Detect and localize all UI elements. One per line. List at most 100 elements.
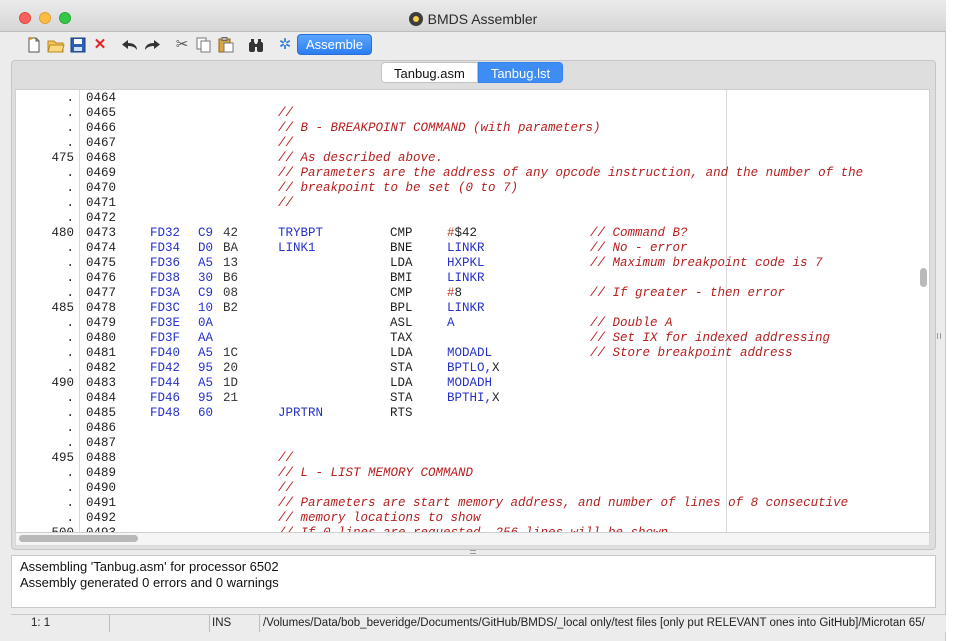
line-count: . — [66, 346, 74, 360]
comment-line: // — [278, 451, 294, 465]
address: FD40 — [150, 346, 181, 360]
mnemonic: LDA — [390, 376, 413, 390]
listing-row: . 0465 // — [16, 106, 916, 121]
address: FD42 — [150, 361, 181, 375]
paste-icon[interactable] — [216, 35, 236, 55]
vertical-scrollbar[interactable] — [920, 268, 927, 287]
operand-byte: BA — [223, 241, 239, 255]
line-count: . — [66, 91, 74, 105]
index-register: X — [492, 391, 500, 405]
listing-editor[interactable]: . 0464. 0465 //. 0466 // B - BREAKPOINT COMMA… — [15, 89, 930, 533]
close-file-icon[interactable]: ✕ — [90, 35, 110, 55]
address: FD48 — [150, 406, 181, 420]
comment-line: // — [278, 196, 294, 210]
comment-line: // — [278, 481, 294, 495]
line-number: 0482 — [86, 361, 117, 375]
line-number: 0468 — [86, 151, 117, 165]
line-count: . — [66, 211, 74, 225]
operand-value: 8 — [454, 286, 463, 300]
line-number: 0474 — [86, 241, 117, 255]
comment-line: // Parameters are the address of any opc… — [278, 166, 864, 180]
operand-value: MODADH — [447, 376, 493, 390]
listing-row: . 0464 — [16, 91, 916, 106]
line-number: 0484 — [86, 391, 117, 405]
line-number: 0491 — [86, 496, 117, 510]
line-count: . — [66, 331, 74, 345]
listing-row: . 0474 FD34 D0 BA LINK1 BNE // No - error LINKR — [16, 241, 916, 256]
horizontal-scrollbar[interactable] — [19, 535, 138, 542]
open-folder-icon[interactable] — [46, 35, 66, 55]
line-number: 0481 — [86, 346, 117, 360]
mnemonic: CMP — [390, 286, 413, 300]
opcode-byte: C9 — [198, 226, 214, 240]
line-number: 0473 — [86, 226, 117, 240]
address: FD34 — [150, 241, 181, 255]
listing-row: 490 0483 FD44 A5 1D LDA MODADH — [16, 376, 916, 391]
comment-line: // memory locations to show — [278, 511, 481, 525]
tab-tanbug-lst[interactable]: Tanbug.lst — [477, 62, 564, 83]
address: FD38 — [150, 271, 181, 285]
line-number: 0487 — [86, 436, 117, 450]
listing-row: 485 0478 FD3C 10 B2 BPL LINKR — [16, 301, 916, 316]
tab-tanbug-asm[interactable]: Tanbug.asm — [381, 62, 478, 83]
cursor-position: 1: 1 — [31, 617, 51, 629]
line-count: . — [66, 496, 74, 510]
address: FD46 — [150, 391, 181, 405]
find-icon[interactable] — [246, 35, 266, 55]
output-line: Assembly generated 0 errors and 0 warnin… — [20, 575, 279, 590]
line-count: . — [66, 106, 74, 120]
status-divider — [109, 615, 110, 632]
listing-row: . 0490 // — [16, 481, 916, 496]
operand-value: LINKR — [447, 301, 485, 315]
line-count: . — [66, 256, 74, 270]
undo-icon[interactable] — [120, 35, 140, 55]
line-number: 0471 — [86, 196, 117, 210]
save-icon[interactable] — [68, 35, 88, 55]
address: FD36 — [150, 256, 181, 270]
address: FD32 — [150, 226, 181, 240]
copy-icon[interactable] — [194, 35, 214, 55]
operand: MODADH — [447, 376, 492, 391]
operand-byte: 08 — [223, 286, 239, 300]
line-number: 0488 — [86, 451, 117, 465]
assemble-button[interactable]: Assemble — [297, 34, 372, 55]
line-number: 0476 — [86, 271, 117, 285]
mnemonic: LDA — [390, 346, 413, 360]
listing-row: . 0476 FD38 30 B6 BMI LINKR — [16, 271, 916, 286]
operand: #8 — [447, 286, 462, 301]
operand-byte: 1C — [223, 346, 239, 360]
opcode-byte: 30 — [198, 271, 214, 285]
opcode-byte: 0A — [198, 316, 214, 330]
status-divider — [259, 615, 260, 632]
line-number: 0493 — [86, 526, 117, 533]
title-bar: BMDS Assembler — [0, 0, 946, 32]
listing-row: . 0487 — [16, 436, 916, 451]
operand-value: BPTHI, — [447, 391, 493, 405]
asm-label: JPRTRN — [278, 406, 324, 420]
split-handle[interactable] — [470, 550, 476, 554]
new-file-icon[interactable] — [24, 35, 44, 55]
line-count: . — [66, 181, 74, 195]
index-register: X — [492, 361, 500, 375]
opcode-byte: 10 — [198, 301, 214, 315]
immediate-prefix: # — [447, 226, 455, 240]
line-number: 0472 — [86, 211, 117, 225]
asm-label: LINK1 — [278, 241, 316, 255]
redo-icon[interactable] — [142, 35, 162, 55]
line-count: . — [66, 436, 74, 450]
opcode-byte: A5 — [198, 256, 214, 270]
comment: // If greater - then error — [590, 286, 786, 300]
line-number: 0465 — [86, 106, 117, 120]
cut-icon[interactable]: ✂ — [172, 35, 192, 55]
comment-line: // — [278, 106, 294, 120]
settings-icon[interactable]: ✲ — [275, 35, 295, 55]
line-number: 0464 — [86, 91, 117, 105]
mnemonic: BPL — [390, 301, 413, 315]
line-count: . — [66, 421, 74, 435]
comment-line: // Parameters are start memory address, … — [278, 496, 849, 510]
line-number: 0479 — [86, 316, 117, 330]
side-resize-handle[interactable] — [937, 333, 941, 339]
operand-byte: B6 — [223, 271, 239, 285]
opcode-byte: C9 — [198, 286, 214, 300]
operand-byte: B2 — [223, 301, 239, 315]
